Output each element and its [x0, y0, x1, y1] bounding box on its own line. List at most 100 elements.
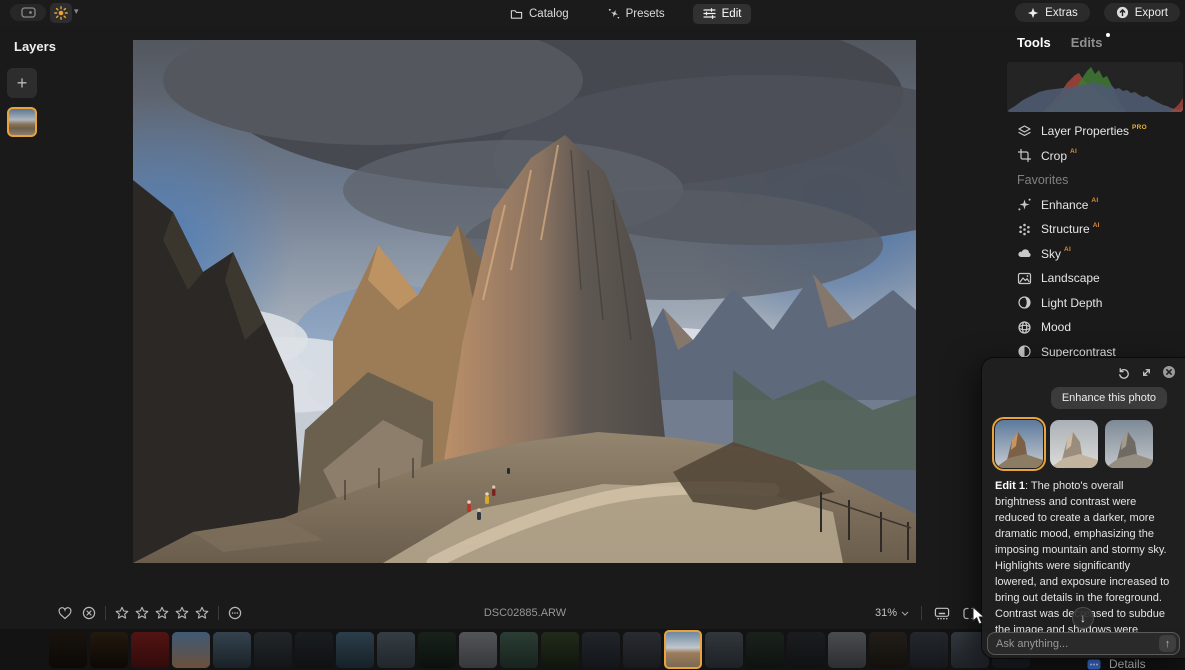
- supercontrast-icon: [1017, 344, 1032, 359]
- undo-icon[interactable]: [1115, 364, 1131, 380]
- filmstrip-thumb[interactable]: [295, 632, 333, 668]
- tool-label: Supercontrast: [1041, 345, 1116, 359]
- ai-badge: AI: [1091, 197, 1098, 204]
- tool-item-mood[interactable]: Mood: [1005, 315, 1185, 340]
- landscape-icon: [1017, 271, 1032, 286]
- layer-thumbnail[interactable]: [7, 107, 37, 137]
- app-window: ▾ Catalog Presets: [0, 0, 1185, 670]
- filmstrip-toggle-icon[interactable]: [934, 605, 950, 621]
- filmstrip-thumb[interactable]: [49, 632, 87, 668]
- filmstrip-thumb[interactable]: [500, 632, 538, 668]
- tool-item-layer-properties[interactable]: Layer PropertiesPRO: [1005, 119, 1185, 144]
- tab-edits-label: Edits: [1071, 35, 1103, 50]
- filmstrip-thumb[interactable]: [910, 632, 948, 668]
- star-icon[interactable]: [194, 605, 210, 621]
- edit-preview-3[interactable]: [1105, 420, 1153, 468]
- structure-icon: [1017, 222, 1032, 237]
- close-icon[interactable]: [1161, 364, 1177, 380]
- tool-item-enhance[interactable]: EnhanceAI: [1005, 193, 1185, 218]
- filmstrip-thumb[interactable]: [254, 632, 292, 668]
- star-icon[interactable]: [174, 605, 190, 621]
- tool-item-landscape[interactable]: Landscape: [1005, 266, 1185, 291]
- tool-item-light-depth[interactable]: Light Depth: [1005, 291, 1185, 316]
- favorite-heart-icon[interactable]: [57, 605, 73, 621]
- sun-icon: [54, 6, 68, 20]
- thumb-dim-overlay: [49, 632, 87, 668]
- tab-tools[interactable]: Tools: [1017, 35, 1051, 50]
- send-button[interactable]: ↑: [1159, 635, 1176, 652]
- tool-item-structure[interactable]: StructureAI: [1005, 217, 1185, 242]
- panel-toggle-button[interactable]: [10, 4, 46, 21]
- tab-edit[interactable]: Edit: [693, 4, 752, 24]
- divider: [218, 606, 219, 620]
- filmstrip-thumb[interactable]: [541, 632, 579, 668]
- edit-preview-1[interactable]: [995, 420, 1043, 468]
- tool-item-crop[interactable]: CropAI: [1005, 144, 1185, 169]
- mode-tabs: Catalog Presets Edit: [500, 2, 751, 25]
- thumb-dim-overlay: [459, 632, 497, 668]
- tab-presets[interactable]: Presets: [597, 3, 675, 24]
- enhance-icon: [1017, 197, 1032, 212]
- layers-icon: [1017, 124, 1032, 139]
- display-icon: [21, 7, 36, 18]
- filmstrip-thumb[interactable]: [131, 632, 169, 668]
- color-label-icon[interactable]: [227, 605, 243, 621]
- add-layer-button[interactable]: +: [7, 68, 37, 98]
- export-button[interactable]: Export: [1104, 3, 1180, 22]
- relight-button[interactable]: [50, 3, 72, 23]
- thumb-dim-overlay: [582, 632, 620, 668]
- sky-icon: [1017, 246, 1032, 261]
- ask-input-container: ↑: [987, 632, 1180, 655]
- user-message-bubble: Enhance this photo: [1051, 387, 1167, 409]
- edit-preview-2[interactable]: [1050, 420, 1098, 468]
- tool-label: Mood: [1041, 320, 1071, 334]
- filmstrip-thumb-selected[interactable]: [664, 630, 702, 669]
- star-icon[interactable]: [134, 605, 150, 621]
- expand-icon[interactable]: [1138, 364, 1154, 380]
- scroll-down-button[interactable]: ↓: [1072, 607, 1094, 629]
- crop-icon: [1017, 148, 1032, 163]
- thumb-dim-overlay: [213, 632, 251, 668]
- filmstrip-thumb[interactable]: [418, 632, 456, 668]
- filmstrip-thumb[interactable]: [213, 632, 251, 668]
- tool-item-sky[interactable]: SkyAI: [1005, 242, 1185, 267]
- tool-item-details[interactable]: Details: [1087, 657, 1146, 670]
- zoom-control[interactable]: 31%: [875, 605, 978, 621]
- sparkle-icon: [607, 7, 620, 20]
- extras-label: Extras: [1045, 7, 1078, 19]
- thumb-dim-overlay: [787, 632, 825, 668]
- filmstrip-thumb[interactable]: [746, 632, 784, 668]
- zoom-level: 31%: [875, 607, 897, 619]
- filmstrip-thumb[interactable]: [377, 632, 415, 668]
- filmstrip-thumb[interactable]: [90, 632, 128, 668]
- filmstrip-thumb[interactable]: [582, 632, 620, 668]
- photo-canvas[interactable]: [133, 40, 916, 563]
- layers-panel: Layers +: [0, 27, 130, 587]
- filmstrip-thumb[interactable]: [459, 632, 497, 668]
- thumb-dim-overlay: [172, 632, 210, 668]
- tab-edit-label: Edit: [722, 8, 742, 20]
- ask-input[interactable]: [988, 638, 1159, 650]
- histogram[interactable]: [1007, 62, 1183, 112]
- star-icon[interactable]: [114, 605, 130, 621]
- thumb-dim-overlay: [746, 632, 784, 668]
- reject-icon[interactable]: [81, 605, 97, 621]
- filmstrip-thumb[interactable]: [172, 632, 210, 668]
- chevron-down-icon[interactable]: ▾: [74, 6, 79, 17]
- extras-button[interactable]: Extras: [1015, 3, 1090, 22]
- chevron-down-icon: [901, 611, 909, 616]
- tool-label: Crop: [1041, 149, 1067, 163]
- filmstrip-thumb[interactable]: [705, 632, 743, 668]
- ai-badge: AI: [1064, 246, 1071, 253]
- filmstrip-thumb[interactable]: [623, 632, 661, 668]
- tab-edits[interactable]: Edits: [1071, 35, 1103, 50]
- tab-catalog[interactable]: Catalog: [500, 4, 579, 24]
- filmstrip-thumb[interactable]: [787, 632, 825, 668]
- filmstrip-thumb[interactable]: [828, 632, 866, 668]
- filmstrip-thumb[interactable]: [869, 632, 907, 668]
- star-rating[interactable]: [114, 605, 210, 621]
- filmstrip-thumb[interactable]: [336, 632, 374, 668]
- star-icon[interactable]: [154, 605, 170, 621]
- panel-tabs: Tools Edits: [1017, 35, 1103, 50]
- thumb-dim-overlay: [623, 632, 661, 668]
